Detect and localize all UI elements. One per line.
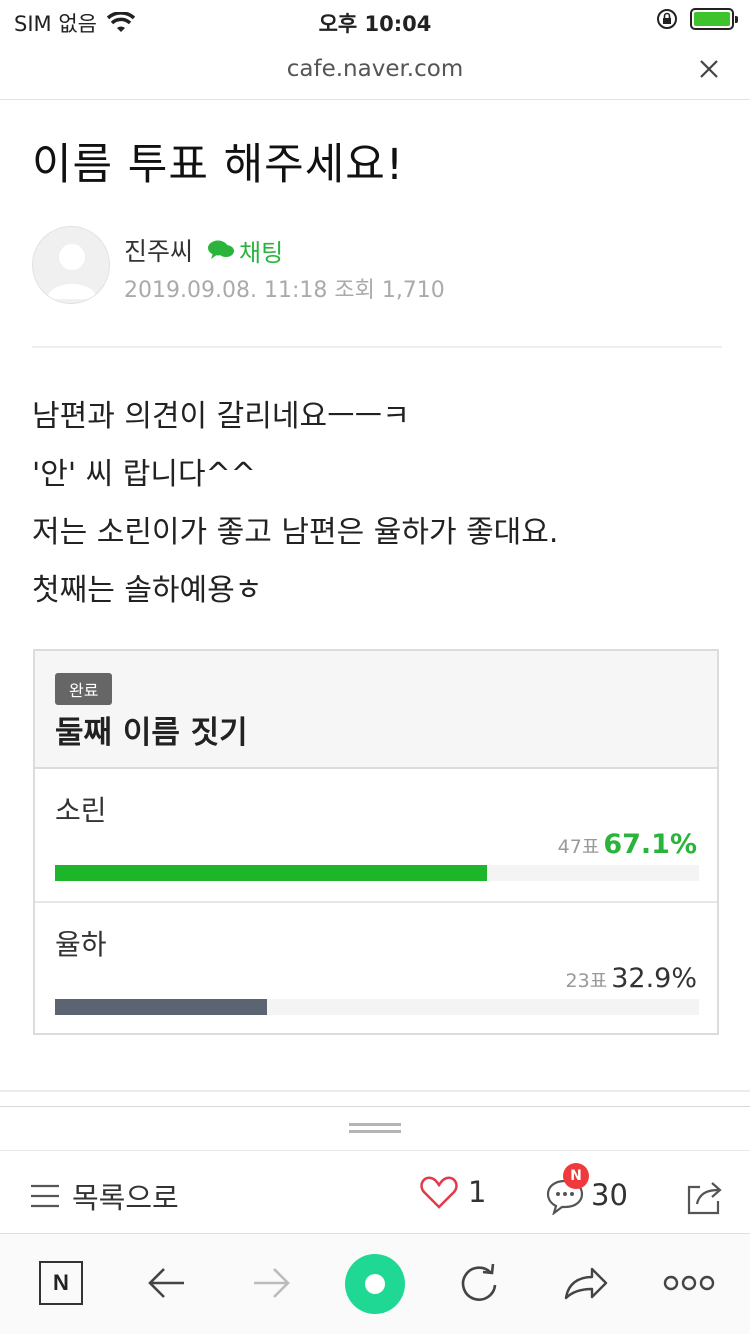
body-line: 첫째는 솔하예용ㅎ: [32, 573, 263, 608]
poll-option-votes: 23표: [565, 970, 608, 992]
chat-label: 채팅: [239, 238, 284, 267]
share-arrow-icon[interactable]: [560, 1258, 610, 1308]
poll-option-label: 율하: [55, 928, 107, 961]
author-name[interactable]: 진주씨: [124, 232, 193, 268]
avatar[interactable]: [32, 226, 110, 304]
clock: 오후 10:04: [318, 12, 432, 36]
post-title: 이름 투표 해주세요!: [32, 140, 405, 190]
orientation-lock-icon: [657, 9, 677, 29]
poll-option-label: 소린: [55, 794, 107, 827]
like-button[interactable]: 1: [420, 1175, 486, 1209]
poll-option-votes: 47표: [557, 836, 600, 858]
naver-home-button[interactable]: N: [36, 1258, 86, 1308]
new-comment-badge: N: [563, 1163, 589, 1189]
url-bar[interactable]: cafe.naver.com: [0, 42, 750, 100]
poll-bar-fill: [55, 999, 267, 1015]
sheet-top-border: [0, 1106, 750, 1107]
poll-option-stats: 47표 67.1%: [558, 829, 697, 860]
url-text: cafe.naver.com: [286, 56, 464, 82]
more-options-icon[interactable]: [662, 1258, 716, 1308]
chat-button[interactable]: 채팅: [207, 233, 283, 268]
refresh-icon[interactable]: [454, 1258, 504, 1308]
poll-option: 율하 23표 32.9%: [35, 901, 717, 1033]
poll-title: 둘째 이름 짓기: [55, 715, 248, 751]
post-body: 남편과 의견이 갈리네요ㅡㅡㅋ '안' 씨 랍니다^^ 저는 소린이가 좋고 남…: [32, 388, 558, 620]
poll-bar-track: [55, 865, 699, 881]
list-icon: [31, 1184, 59, 1208]
close-icon[interactable]: [696, 56, 722, 82]
heart-icon: [420, 1176, 458, 1209]
poll-option: 소린 47표 67.1%: [35, 769, 717, 901]
poll-bar-fill: [55, 865, 488, 881]
back-arrow-icon[interactable]: [142, 1258, 192, 1308]
poll-header: 완료 둘째 이름 짓기: [35, 651, 717, 769]
back-to-list-button[interactable]: 목록으로: [30, 1175, 179, 1217]
green-dot-icon: [365, 1274, 385, 1294]
comment-count: 30: [591, 1178, 628, 1212]
body-line: 저는 소린이가 좋고 남편은 율하가 좋대요.: [32, 515, 559, 550]
poll-option-percent: 67.1%: [603, 829, 697, 860]
divider: [32, 346, 722, 348]
article-action-bar: 목록으로 1 N 30: [0, 1150, 750, 1234]
poll-option-stats: 23표 32.9%: [566, 963, 697, 994]
back-to-list-label: 목록으로: [72, 1181, 179, 1215]
like-count: 1: [468, 1175, 487, 1209]
poll-bar-track: [55, 999, 699, 1015]
default-profile-icon: [47, 244, 97, 299]
poll-status-badge: 완료: [55, 673, 113, 705]
naver-logo-icon: N: [39, 1261, 83, 1305]
status-bar: SIM 없음 오후 10:04: [0, 0, 750, 42]
poll: 완료 둘째 이름 짓기 소린 47표 67.1% 율하 23표 32.9%: [33, 649, 719, 1035]
author-row: 진주씨 채팅: [124, 232, 283, 268]
battery-icon: [690, 8, 738, 30]
comment-button[interactable]: N 30: [545, 1163, 628, 1216]
chat-bubble-icon: [208, 240, 235, 259]
browser-toolbar: N: [0, 1234, 750, 1334]
drag-handle[interactable]: [349, 1123, 401, 1133]
body-line: 남편과 의견이 갈리네요ㅡㅡㅋ: [32, 399, 410, 434]
share-icon[interactable]: [686, 1179, 724, 1215]
post-meta: 2019.09.08. 11:18 조회 1,710: [124, 278, 445, 303]
green-dot-button[interactable]: [345, 1254, 405, 1314]
poll-option-percent: 32.9%: [611, 963, 697, 994]
status-right: [656, 8, 738, 30]
comment-icon-wrap: N: [545, 1163, 589, 1216]
section-divider: [0, 1090, 750, 1092]
forward-arrow-icon[interactable]: [246, 1258, 296, 1308]
body-line: '안' 씨 랍니다^^: [32, 457, 256, 492]
